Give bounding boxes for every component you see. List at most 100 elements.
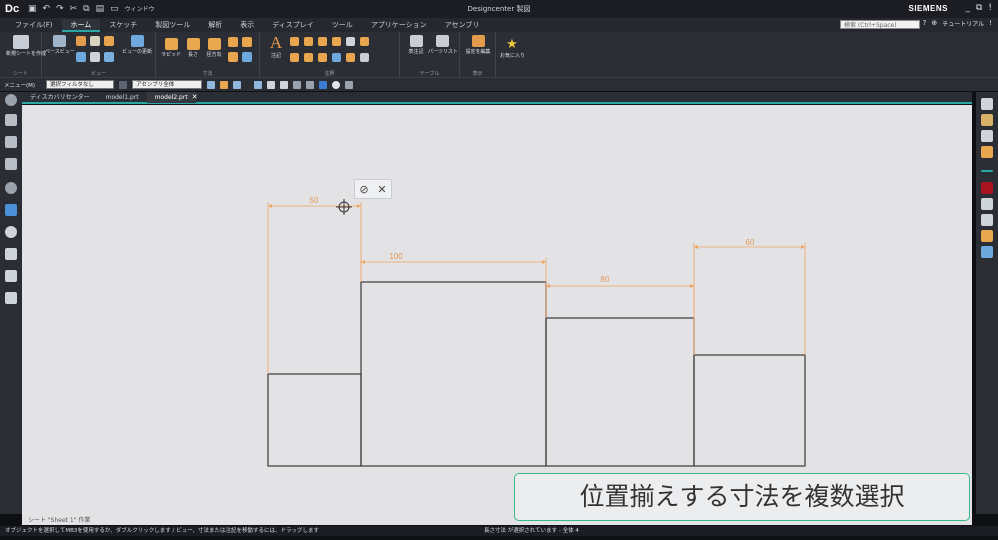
tab-home[interactable]: ホーム	[61, 19, 101, 32]
id-symbol-icon[interactable]	[290, 53, 299, 63]
paste-icon[interactable]: ▤	[96, 4, 105, 14]
view-tool-icon[interactable]	[981, 98, 993, 110]
rapid-dimension-button[interactable]: ラピッド	[160, 38, 182, 58]
info-icon[interactable]: !	[989, 19, 992, 28]
redo-icon[interactable]: ↷	[56, 4, 64, 14]
weld-symbol-icon[interactable]	[332, 37, 341, 47]
dimension-50[interactable]	[267, 202, 362, 374]
tab-model2[interactable]: model2.prt	[146, 91, 196, 103]
note-button[interactable]: A 注記	[266, 34, 286, 60]
new-sheet-button[interactable]: 新規シートを作成	[6, 35, 46, 57]
layer-icon[interactable]	[345, 80, 354, 89]
render-style-icon[interactable]	[293, 80, 302, 89]
dimension-50-text[interactable]: 50	[310, 196, 319, 205]
tab-discovery-center[interactable]: ディスカバリセンター	[22, 92, 98, 103]
help-icon[interactable]: ?	[923, 19, 927, 28]
tab-sketch[interactable]: スケッチ	[100, 19, 146, 32]
hatch-icon[interactable]	[346, 53, 355, 63]
restore-button[interactable]: ⧉	[976, 3, 982, 13]
hide-icon[interactable]: ⊘	[359, 183, 368, 196]
projected-tool-icon[interactable]	[981, 114, 993, 126]
balloon-icon[interactable]	[304, 53, 313, 63]
dimension-60-text[interactable]: 60	[746, 238, 755, 247]
dimension-tool-icon[interactable]	[981, 230, 993, 242]
fill-icon[interactable]	[346, 37, 355, 47]
contrast-icon[interactable]	[332, 80, 341, 89]
process-studio-icon[interactable]	[5, 248, 17, 260]
datum-icon[interactable]	[318, 37, 327, 47]
view-style-icon[interactable]	[104, 52, 114, 63]
dc-app-icon[interactable]	[981, 182, 993, 194]
snap-icon[interactable]	[207, 80, 216, 89]
length-dimension-button[interactable]: 長さ	[184, 38, 202, 58]
tab-drafting-tools[interactable]: 製図ツール	[146, 19, 199, 32]
window-menu[interactable]: ウィンドウ	[125, 4, 155, 14]
alert-icon[interactable]: !	[988, 3, 992, 13]
break-view-icon[interactable]	[76, 52, 86, 63]
block-2[interactable]	[360, 281, 547, 467]
profile-geometry[interactable]	[267, 281, 806, 467]
parts-list-button[interactable]: パーツリスト	[428, 35, 458, 55]
tutorial-icon[interactable]: ⊕	[931, 19, 937, 28]
tab-analysis[interactable]: 解析	[199, 19, 231, 32]
settings-icon[interactable]	[5, 94, 17, 106]
sketch-tool-icon[interactable]	[981, 246, 993, 258]
base-view-button[interactable]: ベースビュー	[45, 35, 75, 55]
selection-scope-dropdown[interactable]: アセンブリ全体	[132, 80, 203, 89]
table-tool-icon[interactable]	[981, 198, 993, 210]
view-creation-icon[interactable]	[90, 52, 100, 63]
tab-application[interactable]: アプリケーション	[362, 19, 436, 32]
window-icon[interactable]: ▭	[110, 4, 119, 14]
history-icon[interactable]	[5, 226, 17, 238]
menu-button[interactable]: メニュー(M)	[4, 81, 35, 89]
radial-dimension-button[interactable]: 径方向	[204, 38, 224, 58]
drawing-sheet[interactable]: 50 100 80 60	[22, 105, 972, 525]
grid-tool-icon[interactable]	[981, 214, 993, 226]
roles-icon[interactable]	[5, 270, 17, 282]
section-view-icon[interactable]	[90, 36, 100, 47]
line-tool-icon[interactable]	[981, 170, 993, 172]
ordinate-dimension-icon[interactable]	[228, 52, 238, 63]
color-icon[interactable]	[319, 80, 328, 89]
tutorial-link[interactable]: チュートリアル	[942, 19, 984, 28]
part-navigator-icon[interactable]	[5, 114, 17, 126]
tab-view[interactable]: 表示	[231, 19, 263, 32]
fit-icon[interactable]	[254, 80, 263, 89]
thickness-dimension-icon[interactable]	[242, 52, 252, 63]
web-browser-icon[interactable]	[5, 204, 17, 216]
undo-icon[interactable]: ↶	[43, 4, 51, 14]
constraint-navigator-icon[interactable]	[5, 158, 17, 170]
dimension-100[interactable]	[360, 258, 547, 282]
reuse-library-icon[interactable]	[5, 182, 17, 194]
favorites-button[interactable]: ★ お気に入り	[500, 38, 525, 60]
assembly-navigator-icon[interactable]	[5, 136, 17, 148]
image-icon[interactable]	[360, 53, 369, 63]
dimension-100-text[interactable]: 100	[389, 252, 403, 261]
command-search-input[interactable]: 検索 (Ctrl+Space)	[840, 20, 920, 29]
new-view-tool-icon[interactable]	[981, 130, 993, 142]
tab-assembly[interactable]: アセンブリ	[436, 19, 489, 32]
filter-icon[interactable]	[119, 80, 128, 89]
label-tool-icon[interactable]	[981, 146, 993, 158]
chamfer-dimension-icon[interactable]	[242, 37, 252, 48]
copy-icon[interactable]: ⧉	[83, 4, 89, 14]
shading-icon[interactable]	[306, 80, 315, 89]
dimension-60[interactable]	[693, 243, 806, 355]
system-materials-icon[interactable]	[5, 292, 17, 304]
close-tab-icon[interactable]: ✕	[192, 93, 198, 101]
selection-filter-dropdown[interactable]: 選択フィルタなし	[46, 80, 115, 89]
block-3[interactable]	[545, 317, 695, 467]
block-4[interactable]	[693, 354, 806, 467]
angular-dimension-icon[interactable]	[228, 37, 238, 48]
detail-view-icon[interactable]	[104, 36, 114, 47]
select-all-icon[interactable]	[220, 80, 229, 89]
block-1[interactable]	[267, 373, 362, 467]
pan-icon[interactable]	[267, 80, 276, 89]
save-icon[interactable]: ▣	[28, 4, 37, 14]
minimize-button[interactable]: _	[965, 3, 970, 13]
table-note-button[interactable]: 表注記	[404, 35, 428, 55]
tab-file[interactable]: ファイル(F)	[6, 19, 62, 32]
surface-finish-icon[interactable]	[304, 37, 313, 47]
deselect-icon[interactable]	[233, 80, 242, 89]
view-update-button[interactable]: ビューの更新	[122, 35, 152, 55]
